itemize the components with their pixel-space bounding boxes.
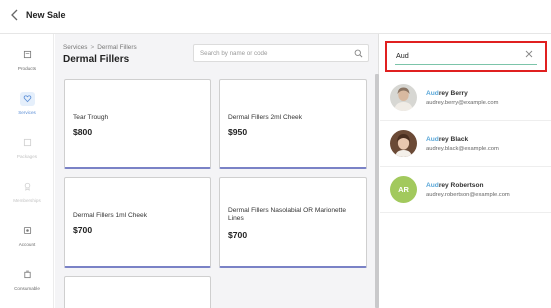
avatar: [390, 84, 417, 111]
avatar: [390, 130, 417, 157]
category-title: Dermal Fillers: [63, 54, 130, 65]
service-name: Dermal Fillers 2ml Cheek: [228, 114, 303, 121]
client-name: Audrey Robertson: [426, 182, 484, 189]
package-icon: [23, 138, 31, 147]
client-email: audrey.robertson@example.com: [426, 192, 510, 198]
service-card[interactable]: Tear Trough $800: [64, 79, 211, 169]
sidebar-item-packages[interactable]: Packages: [0, 136, 54, 182]
service-card[interactable]: Dermal Fillers Nasolabial OR Marionette …: [219, 177, 367, 268]
client-name: Audrey Berry: [426, 90, 468, 97]
sidebar-item-consumable[interactable]: Consumable: [0, 268, 54, 308]
sidebar-item-label: Services: [18, 110, 36, 115]
service-name: Tear Trough: [73, 114, 109, 121]
service-list-scrollbar[interactable]: [375, 74, 379, 308]
chevron-left-icon[interactable]: [8, 9, 22, 23]
client-result-item[interactable]: Audrey Black audrey.black@example.com: [380, 124, 551, 167]
input-underline: [395, 64, 537, 65]
sidebar-item-products[interactable]: Products: [0, 48, 54, 94]
service-name: Dermal Fillers 1ml Cheek: [73, 212, 148, 219]
client-result-item[interactable]: AR Audrey Robertson audrey.robertson@exa…: [380, 170, 551, 213]
close-icon[interactable]: [525, 50, 533, 61]
client-email: audrey.berry@example.com: [426, 100, 499, 106]
service-search-input[interactable]: [200, 48, 350, 59]
search-icon[interactable]: [354, 49, 363, 58]
breadcrumb-current: Dermal Fillers: [97, 44, 137, 51]
breadcrumb-services-link[interactable]: Services: [63, 44, 88, 51]
page-title: New Sale: [26, 10, 66, 20]
sidebar-item-memberships[interactable]: Memberships: [0, 180, 54, 226]
badge-icon: [24, 182, 30, 191]
client-panel: Audrey Berry audrey.berry@example.com Au…: [380, 34, 551, 308]
sidebar-item-account[interactable]: Account: [0, 224, 54, 270]
service-card[interactable]: Dermal Fillers 2ml Cheek $950: [219, 79, 367, 169]
sidebar-item-label: Memberships: [13, 198, 41, 203]
breadcrumb: Services > Dermal Fillers: [63, 44, 137, 51]
client-email: audrey.black@example.com: [426, 146, 499, 152]
sidebar-item-label: Consumable: [14, 286, 40, 291]
service-search-box[interactable]: [193, 44, 369, 62]
sidebar-item-services[interactable]: Services: [0, 92, 54, 138]
header-bar: New Sale: [0, 0, 551, 34]
avatar: AR: [390, 176, 417, 203]
consumable-icon: [23, 270, 31, 279]
service-name: Dermal Fillers Nasolabial OR Marionette …: [228, 207, 346, 222]
service-card[interactable]: Dermal Fillers 1ml Cheek $700: [64, 177, 211, 268]
service-price: $700: [73, 225, 93, 235]
service-price: $800: [73, 127, 93, 137]
client-result-item[interactable]: Audrey Berry audrey.berry@example.com: [380, 78, 551, 121]
client-search-input[interactable]: [396, 50, 516, 61]
client-name: Audrey Black: [426, 136, 469, 143]
heart-icon: [23, 95, 31, 103]
sidebar-item-label: Products: [17, 66, 37, 71]
service-price: $950: [228, 127, 248, 137]
category-sidebar: Products Services Packages Memberships A…: [0, 34, 54, 308]
breadcrumb-separator: >: [90, 44, 95, 51]
service-card[interactable]: [64, 276, 211, 308]
service-price: $700: [228, 230, 248, 240]
sidebar-item-label: Account: [18, 242, 36, 247]
account-icon: [23, 226, 31, 235]
box-icon: [23, 50, 31, 59]
sidebar-item-label: Packages: [16, 154, 38, 159]
client-search-box[interactable]: [385, 41, 547, 72]
services-panel: Services>Dermal Fillers Dermal Fillers T…: [55, 34, 379, 308]
